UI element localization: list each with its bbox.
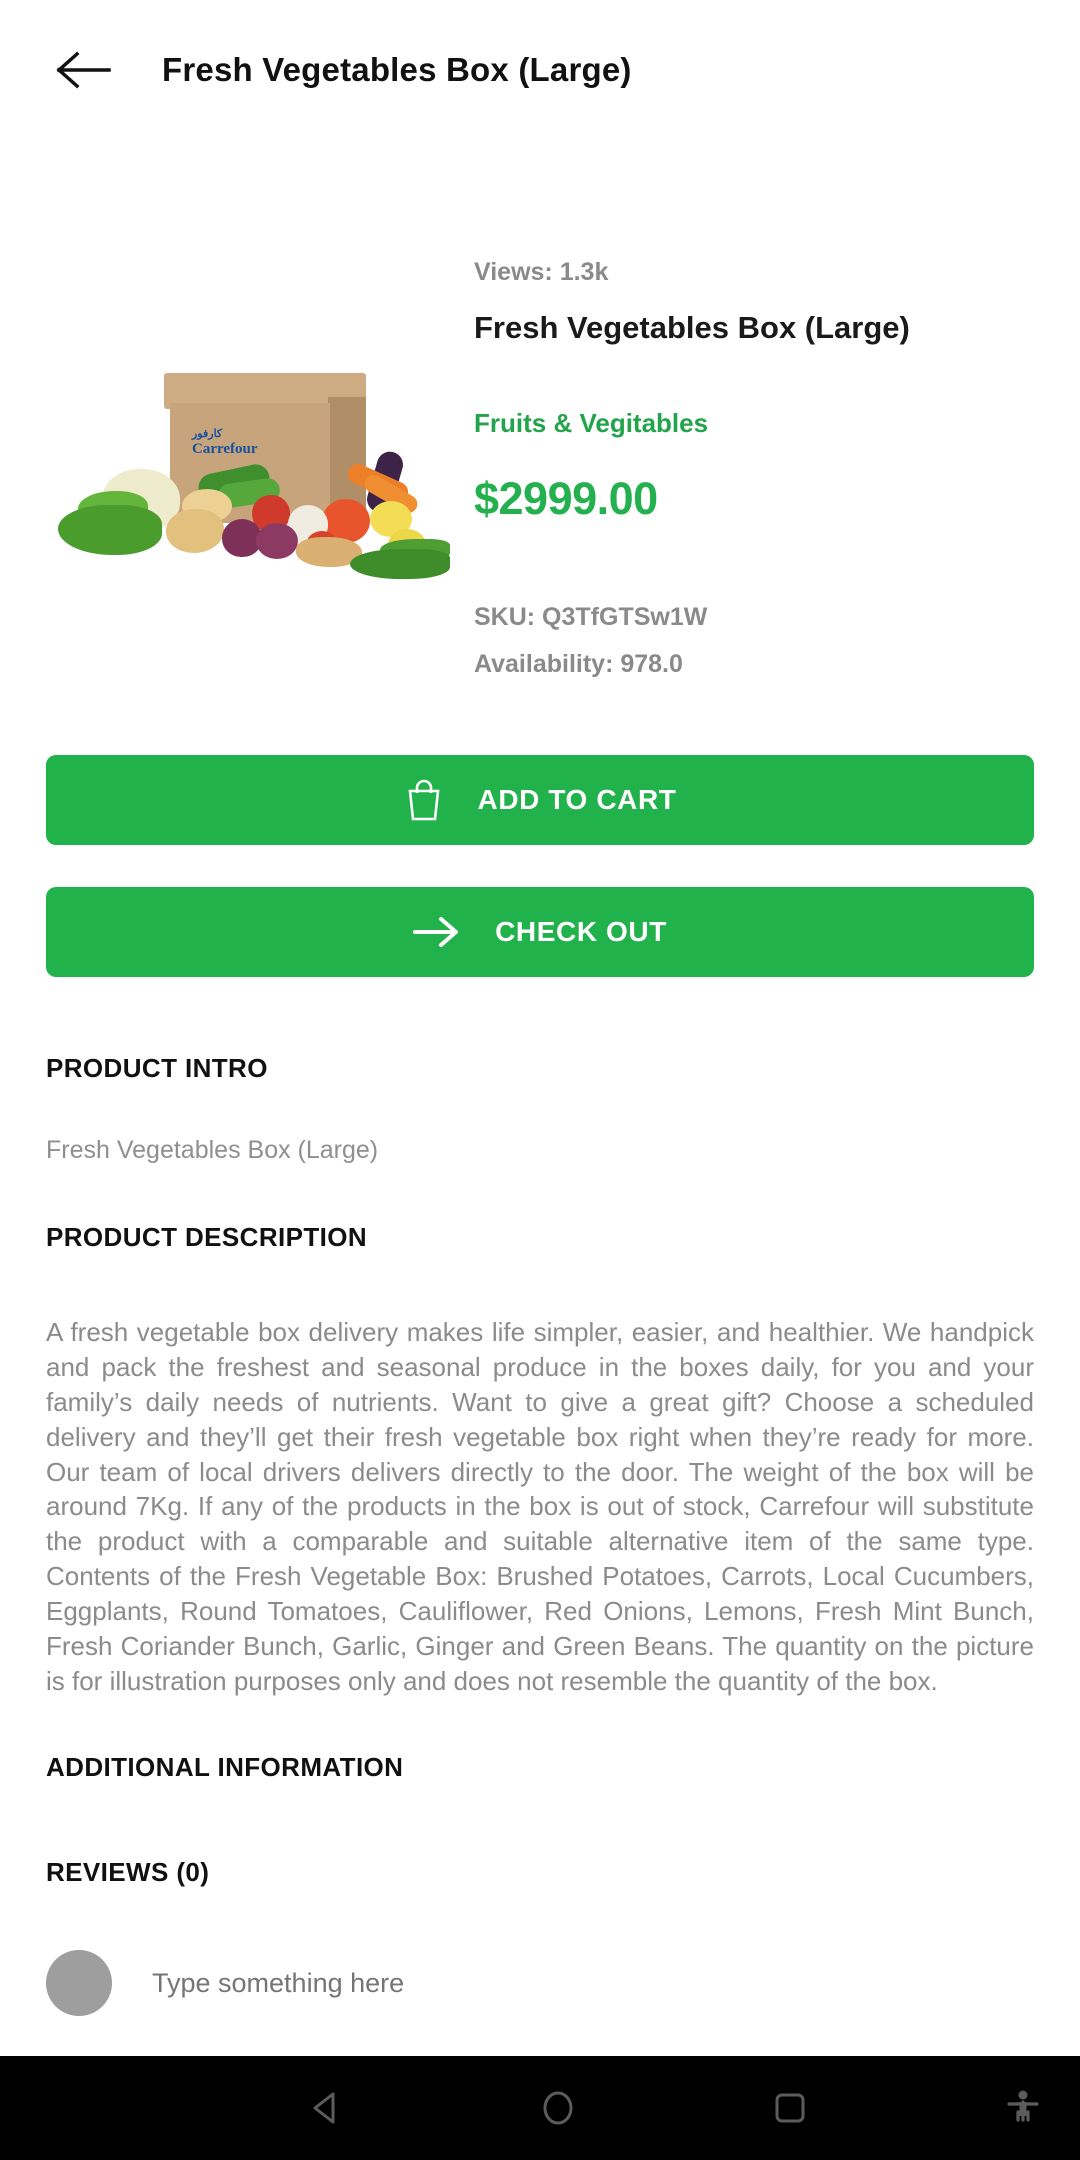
onion-shape [256,523,298,560]
circle-home-icon [543,2091,573,2125]
shopping-bag-icon [404,777,444,823]
accessibility-icon [1007,2090,1039,2122]
product-sku: SKU: Q3TfGTSw1W [474,602,708,631]
product-title: Fresh Vegetables Box (Large) [474,310,910,345]
arrow-left-icon [56,51,111,89]
additional-information-section: ADDITIONAL INFORMATION [0,1752,1080,1783]
product-category[interactable]: Fruits & Vegitables [474,408,1040,439]
square-recents-icon [775,2093,805,2123]
comment-input[interactable] [152,1967,1034,1999]
nav-back-button[interactable] [240,2086,412,2130]
views-count: Views: 1.3k [474,258,609,286]
product-intro-heading: PRODUCT INTRO [46,1052,268,1083]
nav-home-button[interactable] [472,2086,644,2130]
check-out-button[interactable]: CHECK OUT [46,886,1034,977]
triangle-back-icon [313,2092,335,2124]
back-button[interactable] [48,35,118,105]
product-info: Views: 1.3k Fresh Vegetables Box (Large)… [460,200,1040,697]
potato-shape [166,509,224,554]
product-availability: Availability: 978.0 [474,649,683,678]
check-out-label: CHECK OUT [495,915,667,947]
product-intro-section: PRODUCT INTRO Fresh Vegetables Box (Larg… [0,1053,1080,1167]
product-image[interactable]: كارفور Carrefour [40,200,460,697]
nav-accessibility-button[interactable] [965,2086,1080,2130]
cta-group: ADD TO CART CHECK OUT [0,697,1080,977]
nav-recents-button[interactable] [704,2086,876,2130]
product-description-section: PRODUCT DESCRIPTION A fresh vegetable bo… [0,1222,1080,1698]
herb-shape [58,505,162,556]
page-title: Fresh Vegetables Box (Large) [162,51,632,88]
app-bar: Fresh Vegetables Box (Large) [0,0,1080,140]
reviews-section: REVIEWS (0) [0,1857,1080,1888]
reviews-heading: REVIEWS (0) [46,1857,210,1888]
product-price: $2999.00 [474,472,658,524]
comment-composer [0,1950,1080,2017]
product-hero: كارفور Carrefour Views: 1.3k Fresh Veget… [0,140,1080,697]
add-to-cart-button[interactable]: ADD TO CART [46,754,1034,845]
product-intro-text: Fresh Vegetables Box (Large) [46,1135,379,1164]
user-avatar [46,1950,112,2017]
product-description-heading: PRODUCT DESCRIPTION [46,1222,368,1253]
additional-information-heading: ADDITIONAL INFORMATION [46,1752,404,1783]
product-description-text: A fresh vegetable box delivery makes lif… [46,1317,1034,1696]
arrow-right-icon [413,915,461,949]
add-to-cart-label: ADD TO CART [477,783,677,815]
product-detail-screen: Fresh Vegetables Box (Large) كارفور Carre… [0,0,1080,2160]
green-beans-shape [350,549,450,580]
android-navigation-bar [0,2056,1080,2160]
product-image-illustration: كارفور Carrefour [50,373,450,583]
